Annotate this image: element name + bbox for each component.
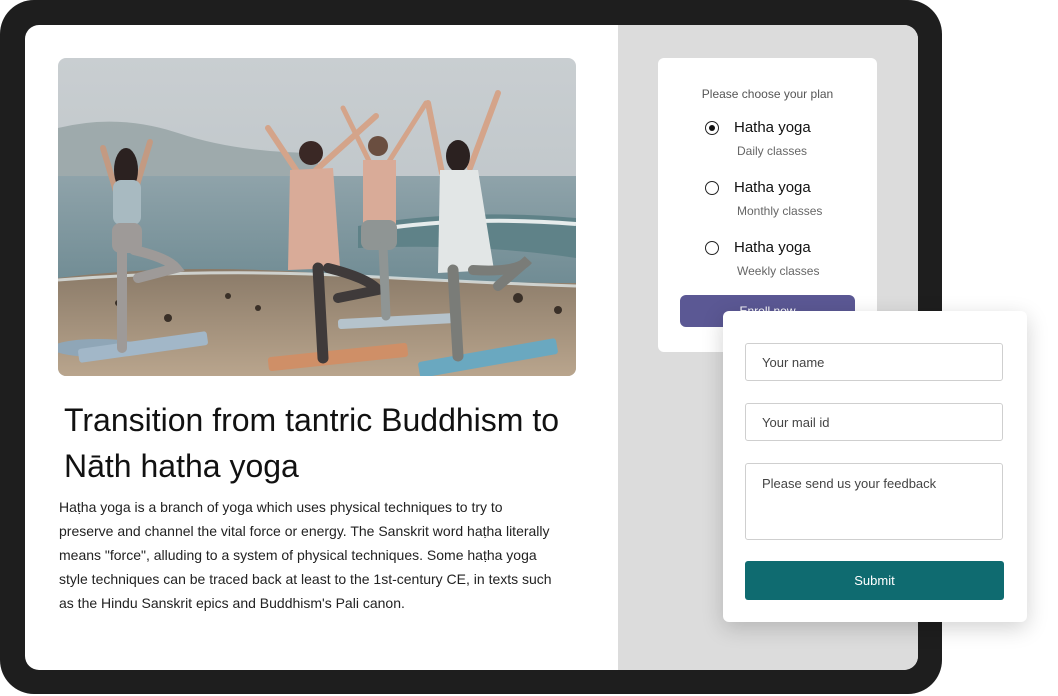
plan-subtitle: Daily classes [737,144,808,158]
plan-heading: Please choose your plan [701,87,834,101]
feedback-textarea[interactable] [745,463,1003,540]
radio-icon[interactable] [705,181,719,195]
plan-subtitle: Weekly classes [737,264,820,278]
plan-option-weekly[interactable]: Hatha yoga Weekly classes [705,239,875,285]
name-input[interactable] [745,343,1003,381]
plan-name: Hatha yoga [734,179,811,196]
yoga-beach-photo [58,58,576,376]
submit-button[interactable]: Submit [745,561,1004,600]
plan-name: Hatha yoga [734,239,811,256]
email-input[interactable] [745,403,1003,441]
feedback-form: Submit [723,311,1027,622]
plan-name: Hatha yoga [734,119,811,136]
article-body: Haṭha yoga is a branch of yoga which use… [59,499,552,611]
radio-icon[interactable] [705,241,719,255]
plan-option-daily[interactable]: Hatha yoga Daily classes [705,119,875,165]
plan-card: Please choose your plan Hatha yoga Daily… [658,58,877,352]
plan-subtitle: Monthly classes [737,204,823,218]
plan-option-monthly[interactable]: Hatha yoga Monthly classes [705,179,875,225]
radio-selected-icon[interactable] [705,121,719,135]
article-title: Transition from tantric Buddhism to Nāth… [64,402,559,484]
